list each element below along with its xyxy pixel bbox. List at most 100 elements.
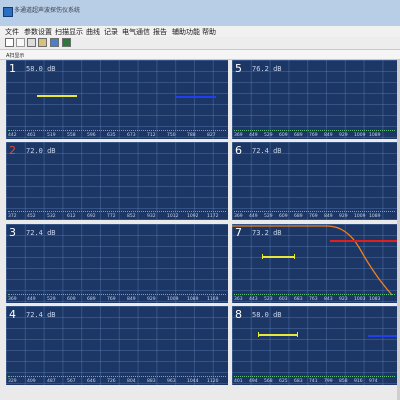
x-axis-ticks: 442 461 519 558 596 635 673 712 750 788 … [6, 131, 228, 139]
tick-label: 852 [127, 214, 136, 219]
tick-label: 741 [309, 379, 318, 384]
x-axis-ticks: 369 449 529 609 689 769 849 929 1009 108… [232, 131, 397, 139]
status-row: A扫显示 [0, 49, 400, 60]
tick-label: 1089 [369, 214, 381, 219]
x-axis-ticks: 369 449 529 609 689 769 849 929 1009 108… [6, 295, 228, 303]
tick-label: 1083 [369, 297, 381, 302]
menu-item-scan-display[interactable]: 扫描显示 [55, 27, 83, 37]
print-icon[interactable] [27, 38, 36, 47]
tick-label: 452 [27, 214, 36, 219]
tick-label: 443 [249, 297, 258, 302]
tick-label: 603 [279, 297, 288, 302]
tick-label: 916 [354, 379, 363, 384]
menu-item-curve[interactable]: 曲线 [86, 27, 100, 37]
menu-item-file[interactable]: 文件 [5, 27, 19, 37]
tick-label: 804 [127, 379, 136, 384]
channel-panel-6[interactable]: 6 72.4 dB 369 449 529 609 689 769 849 92… [232, 142, 397, 220]
tick-label: 799 [324, 379, 333, 384]
menu-item-report[interactable]: 报告 [153, 27, 167, 37]
tick-label: 1089 [369, 133, 381, 138]
tick-label: 529 [264, 214, 273, 219]
tick-label: 449 [249, 133, 258, 138]
tick-label: 369 [234, 133, 243, 138]
tick-label: 673 [127, 133, 136, 138]
channel-panel-8[interactable]: 8 58.0 dB 401 494 568 625 683 741 799 85… [232, 306, 397, 385]
tick-label: 726 [107, 379, 116, 384]
tick-label: 929 [339, 214, 348, 219]
gain-readout: 72.0 dB [26, 147, 56, 155]
tick-label: 612 [67, 214, 76, 219]
channel-panel-5[interactable]: 5 76.2 dB 369 449 529 609 689 769 849 92… [232, 60, 397, 139]
tick-label: 923 [339, 297, 348, 302]
tick-label: 1120 [207, 379, 219, 384]
tick-label: 689 [294, 133, 303, 138]
tick-label: 461 [27, 133, 36, 138]
save-icon[interactable] [5, 38, 14, 47]
channel-panel-7[interactable]: 7 73.2 dB 363 443 523 603 683 763 843 92… [232, 224, 397, 303]
tick-label: 932 [147, 214, 156, 219]
channel-panel-1[interactable]: 1 58.0 dB 442 461 519 558 596 635 673 71… [6, 60, 228, 139]
tick-label: 692 [87, 214, 96, 219]
gain-readout: 72.4 dB [252, 147, 282, 155]
gain-readout: 72.4 dB [26, 229, 56, 237]
tick-label: 409 [27, 379, 36, 384]
menu-item-aux-functions[interactable]: 辅助功能 [172, 27, 200, 37]
tick-label: 929 [147, 297, 156, 302]
settings-icon[interactable] [38, 38, 47, 47]
channel-panel-2[interactable]: 2 72.0 dB 372 452 532 612 692 772 852 93… [6, 142, 228, 220]
tick-label: 858 [339, 379, 348, 384]
gate-b[interactable] [176, 96, 216, 98]
gate-a[interactable] [37, 95, 77, 97]
tick-label: 843 [324, 297, 333, 302]
tick-label: 568 [264, 379, 273, 384]
tick-label: 1009 [354, 214, 366, 219]
gate-b[interactable] [330, 240, 397, 242]
channel-panel-4[interactable]: 4 72.4 dB 329 409 487 567 646 726 804 88… [6, 306, 228, 385]
tick-label: 494 [249, 379, 258, 384]
tick-label: 849 [324, 133, 333, 138]
gate-a[interactable] [262, 254, 295, 259]
x-axis-ticks: 363 443 523 603 683 763 843 923 1003 108… [232, 295, 397, 303]
tick-label: 750 [167, 133, 176, 138]
menu-item-help[interactable]: 帮助 [202, 27, 216, 37]
menu-item-electrical-comm[interactable]: 电气通信 [122, 27, 150, 37]
info-icon[interactable] [62, 38, 71, 47]
tick-label: 763 [309, 297, 318, 302]
tick-label: 646 [87, 379, 96, 384]
channel-number: 3 [9, 226, 16, 239]
tick-label: 883 [147, 379, 156, 384]
record-icon[interactable] [50, 38, 59, 47]
tick-label: 523 [264, 297, 273, 302]
tick-label: 1044 [187, 379, 199, 384]
tick-label: 689 [87, 297, 96, 302]
tick-label: 683 [294, 297, 303, 302]
tick-label: 1172 [207, 214, 219, 219]
menu-item-parameter-settings[interactable]: 参数设置 [24, 27, 52, 37]
channel-number: 8 [235, 308, 242, 321]
tick-label: 449 [249, 214, 258, 219]
tick-label: 369 [8, 297, 17, 302]
tick-label: 849 [127, 297, 136, 302]
menu-item-record[interactable]: 记录 [104, 27, 118, 37]
tick-label: 1003 [354, 297, 366, 302]
view-label: A扫显示 [6, 53, 25, 59]
tick-label: 567 [67, 379, 76, 384]
channel-panel-3[interactable]: 3 72.4 dB 369 449 529 609 689 769 849 92… [6, 224, 228, 303]
tick-label: 769 [107, 297, 116, 302]
tick-label: 689 [294, 214, 303, 219]
tick-label: 329 [8, 379, 17, 384]
tick-label: 1009 [354, 133, 366, 138]
gain-readout: 58.0 dB [252, 311, 282, 319]
tick-label: 532 [47, 214, 56, 219]
gate-b[interactable] [368, 335, 397, 337]
tick-label: 974 [369, 379, 378, 384]
tick-label: 1089 [187, 297, 199, 302]
tick-label: 529 [47, 297, 56, 302]
tick-label: 683 [294, 379, 303, 384]
tick-label: 772 [107, 214, 116, 219]
open-icon[interactable] [16, 38, 25, 47]
x-axis-ticks: 329 409 487 567 646 726 804 883 963 1044… [6, 377, 228, 385]
gate-a[interactable] [258, 332, 298, 337]
channel-grid: 1 58.0 dB 442 461 519 558 596 635 673 71… [0, 60, 400, 400]
tick-label: 963 [167, 379, 176, 384]
